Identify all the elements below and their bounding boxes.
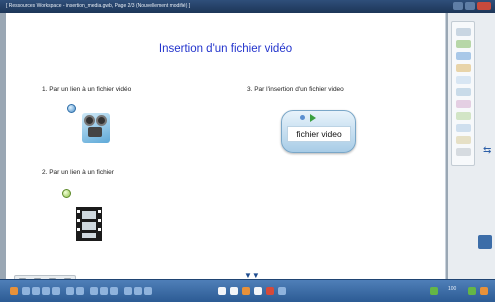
whiteboard-page[interactable]: Insertion d'un fichier vidéo 1. Par un l… [6, 13, 446, 285]
film-projector-icon[interactable] [82, 113, 110, 143]
ubuntu-menu-icon[interactable] [10, 287, 18, 295]
pen-color-orange-icon[interactable] [242, 287, 250, 295]
cut-icon[interactable] [90, 287, 98, 295]
eraser-tool-icon[interactable] [456, 64, 471, 72]
undo-icon[interactable] [66, 287, 74, 295]
highlighter-tool-icon[interactable] [456, 52, 471, 60]
page-curl-icon[interactable] [478, 235, 492, 249]
filmstrip-hole [98, 228, 101, 231]
item-3-label: 3. Par l'insertion d'un fichier video [247, 86, 344, 93]
fit-page-icon[interactable] [144, 287, 152, 295]
reel-right [96, 115, 107, 126]
toolbar-grip-icon[interactable]: ▼▼ [244, 271, 260, 280]
line-tool-icon[interactable] [456, 100, 471, 108]
redo-icon[interactable] [76, 287, 84, 295]
filmstrip-frame [82, 222, 96, 230]
open-icon[interactable] [32, 287, 40, 295]
window-title: [ Ressources Workspace - insertion_media… [6, 3, 191, 9]
video-widget[interactable]: fichier video [281, 110, 356, 153]
filmstrip-frame [82, 211, 96, 219]
next-page-icon[interactable] [468, 287, 476, 295]
fill-tool-icon[interactable] [456, 112, 471, 120]
page-title: Insertion d'un fichier vidéo [158, 43, 293, 55]
filmstrip-icon[interactable] [76, 207, 102, 241]
copy-icon[interactable] [100, 287, 108, 295]
pen-tool-icon[interactable] [456, 40, 471, 48]
maximize-button[interactable] [465, 2, 475, 10]
collapse-panel-icon[interactable]: ⇆ [483, 145, 491, 156]
settings-tool-icon[interactable] [456, 148, 471, 156]
zoom-readout: 100 [448, 286, 457, 292]
main-toolbar: ▼▼ 100 [0, 271, 495, 302]
media-tool-icon[interactable] [456, 136, 471, 144]
link-badge-icon[interactable] [67, 104, 76, 113]
new-page-icon[interactable] [22, 287, 30, 295]
play-icon[interactable] [310, 114, 316, 122]
print-icon[interactable] [52, 287, 60, 295]
pen-color-red-icon[interactable] [266, 287, 274, 295]
item-2-label: 2. Par un lien à un fichier [42, 169, 114, 176]
filmstrip-hole [77, 228, 80, 231]
side-panel: ⇆ [448, 13, 495, 279]
filmstrip-frame [82, 233, 96, 238]
capture-tool-icon[interactable] [456, 124, 471, 132]
paste-icon[interactable] [110, 287, 118, 295]
minimize-button[interactable] [453, 2, 463, 10]
filmstrip-hole [77, 210, 80, 213]
filmstrip-hole [98, 210, 101, 213]
filmstrip-hole [98, 219, 101, 222]
zoom-in-icon[interactable] [124, 287, 132, 295]
link-badge-icon[interactable] [62, 189, 71, 198]
window-titlebar: [ Ressources Workspace - insertion_media… [0, 0, 495, 13]
pen-color-black-icon[interactable] [218, 287, 226, 295]
pen-width-icon[interactable] [254, 287, 262, 295]
previous-page-icon[interactable] [430, 287, 438, 295]
shape-tool-icon[interactable] [456, 88, 471, 96]
eraser-icon[interactable] [278, 287, 286, 295]
close-button[interactable] [477, 2, 491, 10]
tool-palette [451, 21, 475, 166]
save-icon[interactable] [42, 287, 50, 295]
pen-color-white-icon[interactable] [230, 287, 238, 295]
close-toolbar-icon[interactable] [480, 287, 488, 295]
filmstrip-hole [77, 219, 80, 222]
video-widget-label: fichier video [287, 126, 351, 142]
window-controls [453, 2, 491, 10]
select-tool-icon[interactable] [456, 28, 471, 36]
widget-menu-icon[interactable] [300, 115, 305, 120]
projector-body [88, 127, 102, 137]
reel-left [84, 115, 95, 126]
item-1-label: 1. Par un lien à un fichier vidéo [42, 86, 132, 93]
zoom-out-icon[interactable] [134, 287, 142, 295]
text-tool-icon[interactable] [456, 76, 471, 84]
